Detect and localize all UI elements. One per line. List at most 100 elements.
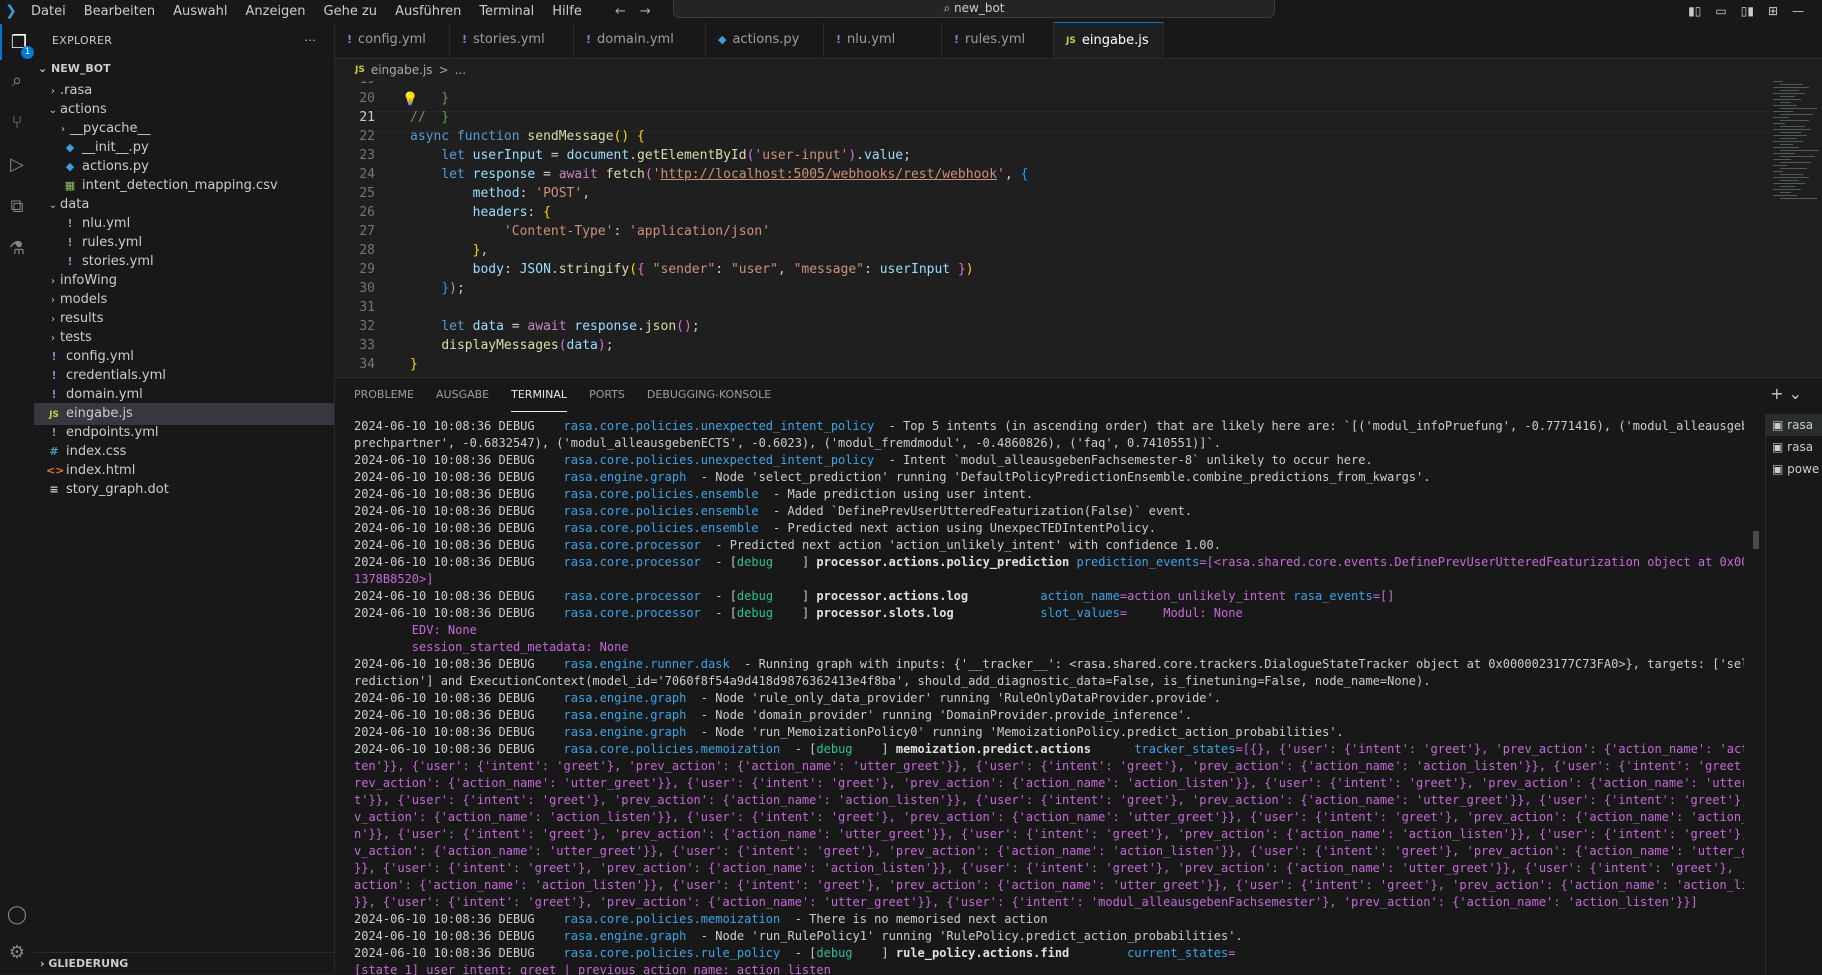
search-icon: ⌕ bbox=[943, 1, 955, 15]
minimap-line bbox=[1780, 150, 1819, 151]
source-control-icon[interactable]: ⑂ bbox=[0, 104, 34, 140]
terminal-name: rasa bbox=[1787, 440, 1814, 454]
tree-item-label: infoWing bbox=[60, 273, 118, 288]
panel-tabs: PROBLEME AUSGABE TERMINAL PORTS DEBUGGING-KO… bbox=[335, 378, 771, 412]
extensions-icon[interactable]: ⧉ bbox=[0, 188, 34, 224]
minimap-line bbox=[1780, 126, 1805, 127]
minimize-icon[interactable]: — bbox=[1792, 4, 1804, 18]
line-number: 33 bbox=[359, 338, 375, 353]
minimap-line bbox=[1773, 189, 1801, 190]
explorer-icon[interactable]: ❐ 1 bbox=[0, 24, 36, 60]
terminal-line: rev_action': {'action_name': 'utter_gree… bbox=[354, 776, 1744, 790]
run-debug-icon[interactable]: ▷ bbox=[0, 146, 34, 182]
terminal-output[interactable]: 2024-06-10 10:08:36 DEBUG rasa.core.poli… bbox=[354, 418, 1744, 975]
code-editor[interactable]: 💡 1920 }21// }22async function sendMessa… bbox=[335, 81, 1769, 376]
testing-icon[interactable]: ⚗ bbox=[0, 230, 34, 266]
search-icon[interactable]: ⌕ bbox=[0, 62, 34, 98]
js-file-icon: JS bbox=[1066, 35, 1076, 46]
toggle-secondary-sidebar-icon[interactable]: ▯▮ bbox=[1741, 4, 1754, 18]
outline-section[interactable]: › GLIEDERUNG bbox=[34, 952, 340, 975]
code-text: displayMessages(data); bbox=[441, 338, 614, 353]
toggle-panel-icon[interactable]: ▭ bbox=[1715, 4, 1726, 18]
terminal-instance[interactable]: ▣ rasa bbox=[1766, 436, 1822, 458]
terminal-line: 1378B8520>] bbox=[354, 572, 434, 586]
dot-file-icon: ≡ bbox=[49, 483, 59, 496]
menu-item-auswahl[interactable]: Auswahl bbox=[164, 4, 236, 19]
tab-eingabe-js[interactable]: JS eingabe.js bbox=[1054, 22, 1164, 58]
minimap-line bbox=[1773, 141, 1803, 142]
minimap-line bbox=[1780, 96, 1795, 97]
terminal-line: 2024-06-10 10:08:36 DEBUG rasa.core.proc… bbox=[354, 589, 1395, 603]
panel-tab-debugging-konsole[interactable]: DEBUGGING-KONSOLE bbox=[647, 378, 771, 412]
tab-rules-yml[interactable]: ! rules.yml bbox=[942, 22, 1054, 58]
minimap-line bbox=[1780, 180, 1799, 181]
tree-item-label: config.yml bbox=[66, 349, 134, 364]
menu-item-hilfe[interactable]: Hilfe bbox=[543, 4, 591, 19]
new-terminal-button[interactable]: + ⌄ bbox=[1770, 384, 1802, 403]
back-arrow-icon[interactable]: ← bbox=[615, 4, 626, 19]
yml-file-icon: ! bbox=[586, 33, 592, 46]
customize-layout-icon[interactable]: ⊞ bbox=[1768, 4, 1778, 18]
tree-item-story-graph-dot[interactable]: ≡ story_graph.dot bbox=[34, 479, 334, 501]
tree-item-label: models bbox=[60, 292, 108, 307]
tab-nlu-yml[interactable]: ! nlu.yml bbox=[824, 22, 942, 58]
explorer-header: EXPLORER ··· bbox=[34, 22, 334, 58]
command-center[interactable]: ⌕ new_bot bbox=[673, 0, 1275, 18]
terminal-line: 2024-06-10 10:08:36 DEBUG rasa.engine.gr… bbox=[354, 470, 1431, 484]
panel-tab-ausgabe[interactable]: AUSGABE bbox=[436, 378, 489, 412]
tree-item-label: index.html bbox=[66, 463, 136, 478]
menu-item-ausführen[interactable]: Ausführen bbox=[386, 4, 470, 19]
minimap-line bbox=[1773, 117, 1789, 118]
tab-config-yml[interactable]: ! config.yml bbox=[335, 22, 450, 58]
line-number: 19 bbox=[335, 81, 375, 89]
tab-label: eingabe.js bbox=[1081, 32, 1149, 48]
tab-label: domain.yml bbox=[597, 32, 674, 47]
tree-item-label: domain.yml bbox=[66, 387, 143, 402]
breadcrumb-symbol[interactable]: ... bbox=[455, 59, 466, 81]
menu-item-anzeigen[interactable]: Anzeigen bbox=[236, 4, 314, 19]
toggle-sidebar-icon[interactable]: ▮▯ bbox=[1688, 4, 1701, 18]
tab-stories-yml[interactable]: ! stories.yml bbox=[450, 22, 574, 58]
code-text: async function sendMessage() { bbox=[410, 129, 645, 144]
account-icon[interactable]: ◯ bbox=[0, 896, 34, 932]
minimap-line bbox=[1780, 162, 1811, 163]
more-actions-icon[interactable]: ··· bbox=[305, 34, 316, 47]
menu-item-terminal[interactable]: Terminal bbox=[470, 4, 543, 19]
tree-item-label: .rasa bbox=[60, 83, 93, 98]
explorer-badge: 1 bbox=[21, 46, 34, 59]
breadcrumb-file[interactable]: eingabe.js bbox=[371, 59, 433, 81]
minimap-line bbox=[1780, 174, 1803, 175]
forward-arrow-icon[interactable]: → bbox=[640, 4, 651, 19]
panel-tab-ports[interactable]: PORTS bbox=[589, 378, 625, 412]
terminal-line: 2024-06-10 10:08:36 DEBUG rasa.engine.gr… bbox=[354, 691, 1221, 705]
minimap-line bbox=[1780, 102, 1791, 103]
terminal-scrollbar[interactable] bbox=[1753, 531, 1759, 549]
tab-domain-yml[interactable]: ! domain.yml bbox=[574, 22, 706, 58]
project-folder[interactable]: ⌄ NEW_BOT bbox=[34, 58, 334, 80]
tree-item-label: eingabe.js bbox=[66, 406, 133, 421]
settings-gear-icon[interactable]: ⚙ bbox=[0, 934, 34, 970]
line-number: 29 bbox=[359, 262, 375, 277]
menu-item-gehe-zu[interactable]: Gehe zu bbox=[315, 4, 387, 19]
panel-tab-terminal[interactable]: TERMINAL bbox=[511, 378, 568, 412]
breadcrumb-separator: > bbox=[438, 63, 449, 77]
terminal-name: rasa bbox=[1787, 418, 1814, 432]
minimap-line bbox=[1773, 177, 1809, 178]
minimap-line bbox=[1780, 192, 1791, 193]
code-text: body: JSON.stringify({ "sender": "user",… bbox=[472, 262, 974, 277]
tab-actions-py[interactable]: ◆ actions.py bbox=[706, 22, 824, 58]
code-text: let userInput = document.getElementById(… bbox=[441, 148, 911, 163]
menu-item-datei[interactable]: Datei bbox=[22, 4, 75, 19]
minimap[interactable] bbox=[1769, 81, 1822, 231]
menu-item-bearbeiten[interactable]: Bearbeiten bbox=[75, 4, 164, 19]
minimap-line bbox=[1780, 84, 1803, 85]
terminal-instance[interactable]: ▣ powe bbox=[1766, 458, 1822, 480]
terminal-instance[interactable]: ▣ rasa bbox=[1766, 414, 1822, 436]
terminal-line: 2024-06-10 10:08:36 DEBUG rasa.core.poli… bbox=[354, 453, 1373, 467]
terminal-icon: ▣ bbox=[1772, 462, 1788, 476]
code-text: 'Content-Type': 'application/json' bbox=[503, 224, 771, 239]
terminal-list: ▣ rasa ▣ rasa ▣ powe bbox=[1765, 414, 1822, 975]
minimap-line bbox=[1780, 90, 1799, 91]
panel-tab-probleme[interactable]: PROBLEME bbox=[354, 378, 414, 412]
line-number: 21 bbox=[359, 110, 375, 125]
